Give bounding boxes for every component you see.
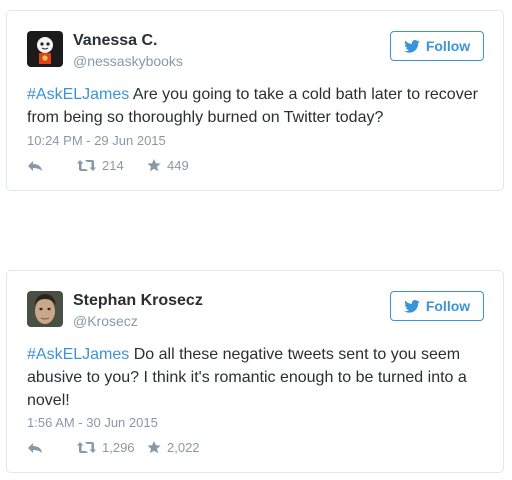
tweet-actions: 214 449 bbox=[27, 158, 189, 173]
favorite-button[interactable]: 2,022 bbox=[147, 440, 200, 455]
favorite-count: 449 bbox=[167, 158, 189, 173]
hashtag-link[interactable]: #AskELJames bbox=[27, 86, 129, 103]
tweet-timestamp[interactable]: 10:24 PM - 29 Jun 2015 bbox=[27, 133, 166, 148]
twitter-bird-icon bbox=[404, 39, 420, 53]
avatar[interactable] bbox=[27, 31, 63, 67]
retweet-button[interactable]: 1,296 bbox=[77, 440, 135, 455]
display-name[interactable]: Stephan Krosecz bbox=[73, 292, 203, 310]
reply-arrow-icon bbox=[27, 160, 43, 172]
hashtag-link[interactable]: #AskELJames bbox=[27, 346, 129, 363]
tweet-actions: 1,296 2,022 bbox=[27, 440, 200, 455]
retweet-button[interactable]: 214 bbox=[77, 158, 133, 173]
retweet-icon bbox=[77, 441, 96, 454]
user-handle[interactable]: @nessaskybooks bbox=[73, 53, 183, 69]
retweet-icon bbox=[77, 159, 96, 172]
reply-button[interactable] bbox=[27, 160, 57, 172]
follow-label: Follow bbox=[425, 298, 471, 314]
retweet-count: 1,296 bbox=[102, 440, 135, 455]
retweet-count: 214 bbox=[102, 158, 124, 173]
star-icon bbox=[147, 159, 161, 172]
display-name[interactable]: Vanessa C. bbox=[73, 32, 158, 50]
tweet-card: Vanessa C. @nessaskybooks Follow #AskELJ… bbox=[6, 10, 504, 191]
star-icon bbox=[147, 441, 161, 454]
follow-button[interactable]: Follow bbox=[390, 31, 484, 61]
favorite-button[interactable]: 449 bbox=[147, 158, 189, 173]
tweet-card: Stephan Krosecz @Krosecz Follow #AskELJa… bbox=[6, 270, 504, 473]
follow-button[interactable]: Follow bbox=[390, 291, 484, 321]
tweet-timestamp[interactable]: 1:56 AM - 30 Jun 2015 bbox=[27, 415, 158, 430]
avatar[interactable] bbox=[27, 291, 63, 327]
tweet-text: #AskELJames Do all these negative tweets… bbox=[27, 343, 483, 412]
twitter-bird-icon bbox=[404, 299, 420, 313]
reply-button[interactable] bbox=[27, 442, 57, 454]
user-handle[interactable]: @Krosecz bbox=[73, 313, 138, 329]
favorite-count: 2,022 bbox=[167, 440, 200, 455]
reply-arrow-icon bbox=[27, 442, 43, 454]
tweet-text: #AskELJames Are you going to take a cold… bbox=[27, 83, 483, 129]
follow-label: Follow bbox=[425, 38, 471, 54]
